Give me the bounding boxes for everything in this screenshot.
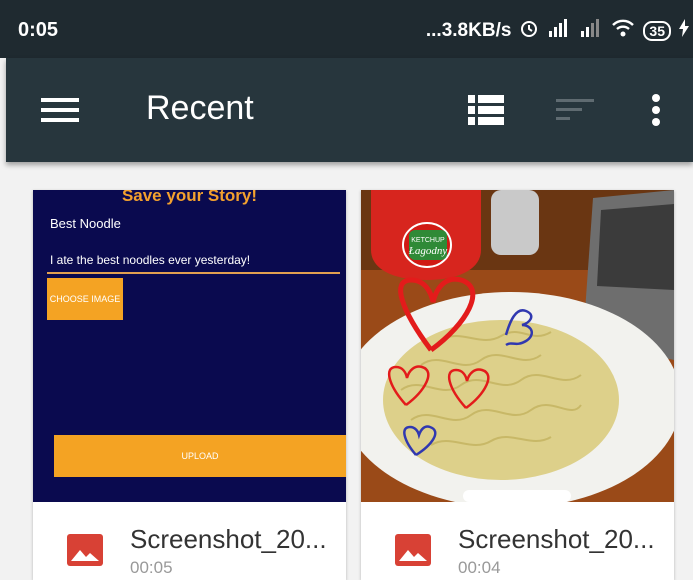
thumb-upload-button: UPLOAD <box>54 435 346 477</box>
clock: 0:05 <box>18 19 59 41</box>
thumb-field-underline <box>47 272 340 274</box>
noodle-photo: KETCHUP Łagodny <box>361 190 674 502</box>
file-time: 00:05 <box>130 558 173 577</box>
battery-icon: 35 <box>643 21 671 41</box>
bottle-brand: Łagodny <box>408 245 448 257</box>
file-thumbnail: Save your Story! Best Noodle I ate the b… <box>33 190 346 502</box>
file-name: Screenshot_20... <box>130 524 327 554</box>
alarm-icon <box>519 18 539 44</box>
thumb-story-field: I ate the best noodles ever yesterday! <box>50 253 251 267</box>
charging-icon <box>679 19 689 43</box>
image-file-icon <box>395 534 431 566</box>
file-thumbnail: KETCHUP Łagodny <box>361 190 674 502</box>
signal-icon <box>547 19 571 43</box>
thumb-choose-image-button: CHOOSE IMAGE <box>47 278 123 320</box>
file-time: 00:04 <box>458 558 501 577</box>
thumb-title-field: Best Noodle <box>50 216 121 231</box>
hamburger-menu-icon[interactable] <box>40 94 80 126</box>
status-bar: 0:05 ...3.8KB/s 35 <box>0 0 693 58</box>
app-bar: Recent <box>6 58 693 162</box>
network-speed: ...3.8KB/s <box>425 20 512 41</box>
file-name: Screenshot_20... <box>458 524 655 554</box>
file-card[interactable]: KETCHUP Łagodny Screenshot_20... 00:04 <box>361 190 674 580</box>
list-view-icon[interactable] <box>466 93 506 127</box>
page-title: Recent <box>146 89 254 127</box>
wifi-icon <box>611 18 635 44</box>
more-vert-icon[interactable] <box>646 90 666 130</box>
signal-icon <box>579 19 603 43</box>
bottle-label: KETCHUP <box>411 237 445 244</box>
file-card[interactable]: Save your Story! Best Noodle I ate the b… <box>33 190 346 580</box>
image-file-icon <box>67 534 103 566</box>
thumb-heading: Save your Story! <box>121 190 258 205</box>
sort-icon[interactable] <box>554 96 596 124</box>
status-icons: ...3.8KB/s 35 <box>426 18 689 44</box>
